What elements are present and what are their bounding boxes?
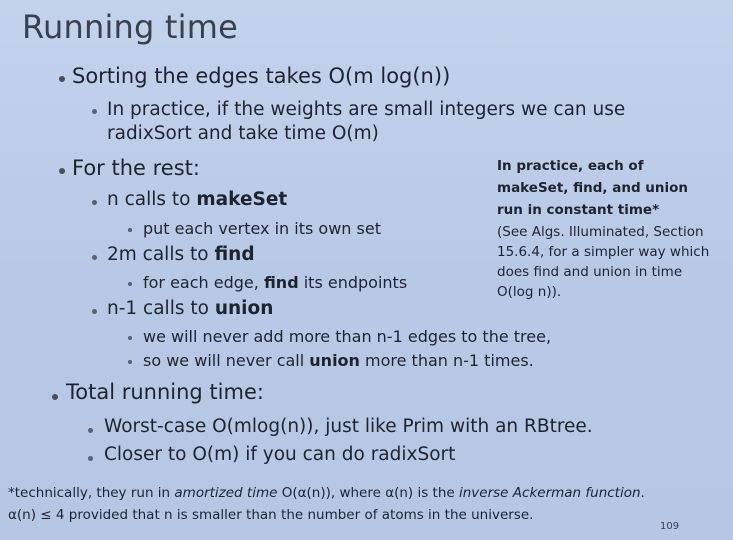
sidenote-line4: O(log n)). (497, 284, 562, 300)
bullet-dot (88, 456, 93, 461)
bullet-union-sub2: so we will never call union more than n-… (143, 351, 534, 370)
bullet-dot (128, 228, 132, 232)
find-sub-text-a: for each edge, (143, 273, 264, 292)
bullet-practice-line2: radixSort and take time O(m) (107, 123, 379, 144)
sidenote-bold-line3: run in constant time* (497, 202, 660, 218)
find-text: 2m calls to (107, 244, 215, 265)
bullet-rest: For the rest: (72, 156, 200, 180)
footnote-text-a: *technically, they run in (8, 485, 175, 501)
footnote-amortized: amortized time (174, 485, 278, 501)
bullet-find-sub: for each edge, find its endpoints (143, 273, 407, 292)
bullet-dot (92, 109, 97, 114)
bullet-dot (52, 394, 58, 400)
bullet-dot (92, 309, 97, 314)
bullet-dot (128, 360, 132, 364)
bullet-dot (92, 200, 97, 205)
sidenote-bold-line1: In practice, each of (497, 158, 644, 174)
bullet-makeset: n calls to makeSet (107, 189, 287, 210)
bullet-sorting: Sorting the edges takes O(m log(n)) (72, 64, 451, 88)
union-sub2-keyword: union (309, 351, 360, 370)
footnote-line2: α(n) ≤ 4 provided that n is smaller than… (8, 507, 534, 523)
union-keyword: union (214, 298, 274, 319)
bullet-union: n-1 calls to union (107, 298, 273, 319)
union-text: n-1 calls to (107, 298, 215, 319)
bullet-union-sub1: we will never add more than n-1 edges to… (143, 327, 552, 346)
bullet-practice-line1: In practice, if the weights are small in… (107, 99, 626, 120)
union-sub2-text-a: so we will never call (143, 351, 310, 370)
sidenote-bold-line2: makeSet, find, and union (497, 180, 689, 196)
bullet-closer: Closer to O(m) if you can do radixSort (104, 444, 456, 465)
bullet-worst-case: Worst-case O(mlog(n)), just like Prim wi… (104, 416, 593, 437)
slide: Running time Sorting the edges takes O(m… (0, 0, 733, 540)
bullet-dot (59, 168, 65, 174)
slide-title: Running time (22, 8, 238, 46)
sidenote-line3: does find and union in time (497, 264, 683, 280)
union-sub2-text-b: more than n-1 times. (359, 351, 534, 370)
bullet-dot (88, 428, 93, 433)
footnote-text-b: O(α(n)), where α(n) is the (277, 485, 459, 501)
makeset-keyword: makeSet (196, 189, 288, 210)
makeset-text: n calls to (107, 189, 197, 210)
bullet-total: Total running time: (66, 380, 264, 404)
footnote-ackerman: inverse Ackerman function (459, 485, 641, 501)
footnote-line1: *technically, they run in amortized time… (8, 485, 645, 501)
find-sub-text-b: its endpoints (298, 273, 408, 292)
find-keyword: find (214, 244, 255, 265)
sidenote-line1: (See Algs. Illuminated, Section (497, 224, 704, 240)
bullet-dot (59, 76, 65, 82)
find-sub-keyword: find (263, 273, 299, 292)
sidenote-line2: 15.6.4, for a simpler way which (497, 244, 710, 260)
bullet-makeset-sub: put each vertex in its own set (143, 219, 381, 238)
bullet-find: 2m calls to find (107, 244, 255, 265)
footnote-text-c: . (640, 485, 645, 501)
bullet-dot (128, 336, 132, 340)
bullet-dot (92, 255, 97, 260)
bullet-dot (128, 282, 132, 286)
page-number: 109 (660, 521, 680, 532)
